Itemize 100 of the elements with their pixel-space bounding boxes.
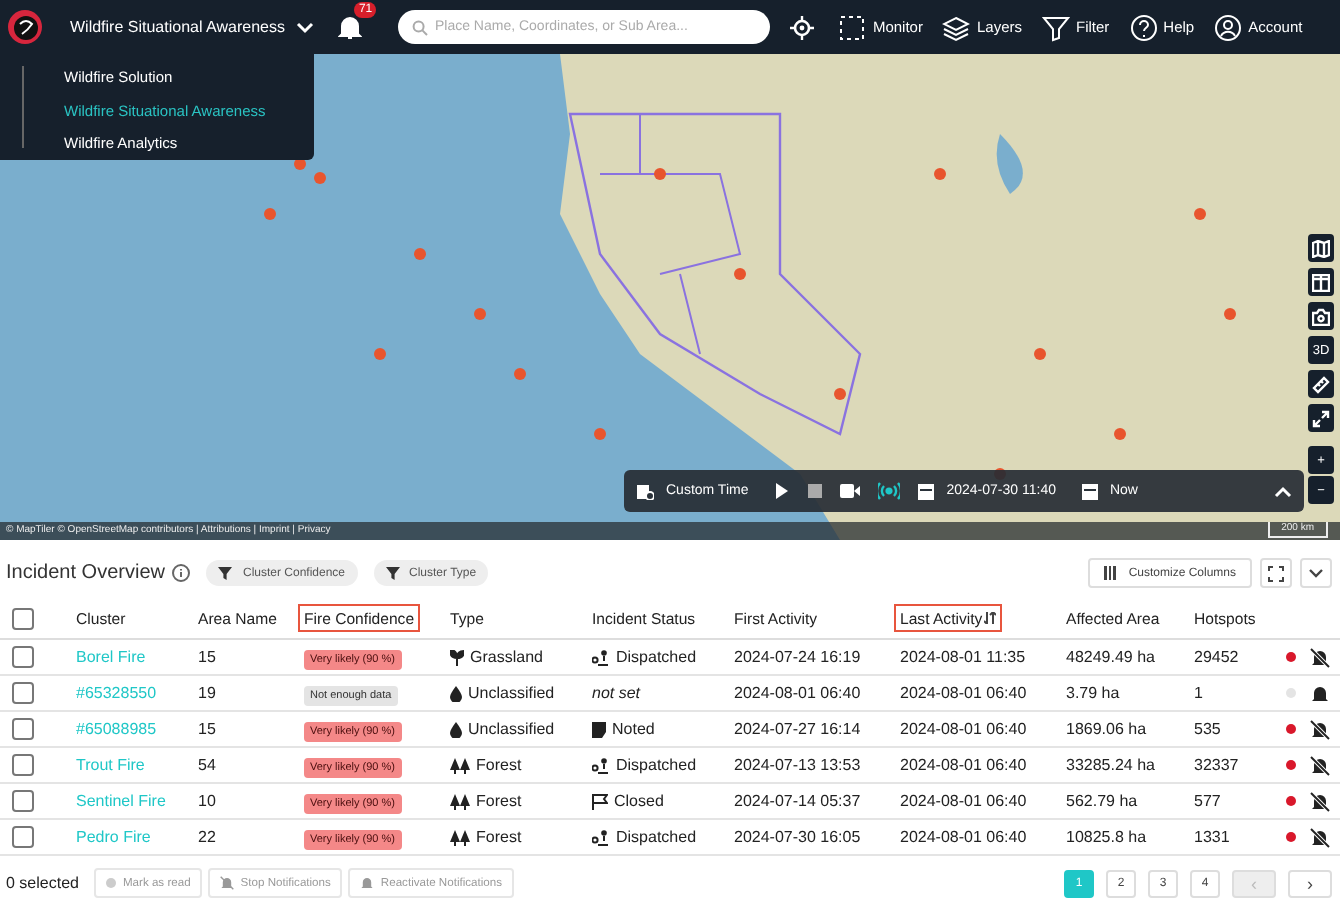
table-cell-text: 1869.06 ha	[1066, 720, 1149, 738]
bell-off-icon	[220, 876, 235, 890]
table-cell-text: 2024-08-01 06:40	[900, 828, 1029, 846]
row-checkbox[interactable]	[12, 682, 34, 704]
table-cell-text: 2024-08-01 06:40	[900, 684, 1029, 702]
layers-icon	[942, 13, 971, 41]
drop-icon	[450, 721, 462, 737]
funnel-icon	[218, 566, 233, 580]
table-cell-text: 2024-08-01 06:40	[900, 756, 1029, 774]
caret-up-icon[interactable]	[1274, 485, 1292, 497]
table-cell-text: 22	[198, 828, 218, 846]
filter-icon	[1042, 13, 1070, 41]
table-cell-text: 2024-08-01 11:35	[900, 648, 1028, 666]
table-cell-text: 48249.49 ha	[1066, 648, 1157, 666]
table-cell-text: 10	[198, 792, 218, 810]
table-cell-text: 10825.8 ha	[1066, 828, 1149, 846]
panel-title: Incident Overview	[6, 562, 165, 584]
person-route-icon	[592, 829, 610, 845]
ruler-tool-button[interactable]	[1308, 370, 1334, 398]
stop-icon[interactable]	[808, 484, 823, 498]
bell-off-icon[interactable]	[1310, 791, 1330, 811]
type-label: Forest	[476, 828, 522, 846]
bell-icon	[360, 876, 375, 890]
bell-off-icon[interactable]	[1310, 755, 1330, 775]
info-icon[interactable]	[172, 564, 191, 582]
calendar-clock-icon	[636, 482, 654, 500]
status-label: not set	[592, 684, 641, 702]
table-cell-text: 2024-07-13 13:53	[734, 756, 863, 774]
table-cell-text: 19	[198, 684, 218, 702]
row-checkbox[interactable]	[12, 790, 34, 812]
row-checkbox[interactable]	[12, 754, 34, 776]
table-cell-text: 54	[198, 756, 218, 774]
type-label: Forest	[476, 756, 522, 774]
trees-icon	[450, 829, 470, 845]
columns-icon	[1104, 566, 1121, 580]
table-cell-text: 2024-07-27 16:14	[734, 720, 863, 738]
bell-off-icon[interactable]	[1310, 827, 1330, 847]
monitor-icon	[838, 13, 867, 41]
table-cell-text: 2024-07-24 16:19	[734, 648, 863, 666]
chevron-down-icon	[296, 21, 315, 33]
table-cell-text: 2024-08-01 06:40	[900, 720, 1029, 738]
search-icon	[412, 19, 429, 35]
table-cell-text: 15	[198, 648, 218, 666]
table-cell-text: 577	[1194, 792, 1223, 810]
table-cell-text: 29452	[1194, 648, 1241, 666]
status-label: Dispatched	[616, 648, 697, 666]
trees-icon	[450, 757, 470, 773]
dropdown-button[interactable]	[1300, 558, 1332, 588]
table-cell-text: 562.79 ha	[1066, 792, 1140, 810]
bell-off-icon[interactable]	[1310, 647, 1330, 667]
person-route-icon	[592, 757, 610, 773]
bell-icon[interactable]	[338, 14, 363, 40]
status-label: Noted	[612, 720, 655, 738]
account-icon	[1214, 13, 1243, 41]
expand-tool-button[interactable]	[1308, 404, 1334, 432]
status-label: Dispatched	[616, 828, 697, 846]
logo-icon[interactable]	[8, 10, 42, 44]
table-cell-text: 535	[1194, 720, 1223, 738]
table-cell-text: 2024-08-01 06:40	[900, 792, 1029, 810]
calendar-icon	[918, 482, 935, 500]
row-checkbox[interactable]	[12, 718, 34, 740]
row-checkbox[interactable]	[12, 646, 34, 668]
select-all-checkbox[interactable]	[12, 607, 34, 629]
type-label: Unclassified	[468, 684, 555, 702]
circle-icon	[106, 878, 117, 888]
bell-icon[interactable]	[1310, 683, 1330, 703]
split-tool-button[interactable]	[1308, 268, 1334, 296]
drop-icon	[450, 685, 462, 701]
funnel-icon	[385, 566, 400, 580]
type-label: Grassland	[470, 648, 543, 666]
table-cell-text: 32337	[1194, 756, 1241, 774]
type-label: Forest	[476, 792, 522, 810]
camera-tool-button[interactable]	[1308, 302, 1334, 330]
fullscreen-icon	[1268, 565, 1284, 581]
status-label: Closed	[614, 792, 664, 810]
table-cell-text: 33285.24 ha	[1066, 756, 1157, 774]
table-cell-text: 2024-07-30 16:05	[734, 828, 863, 846]
flag-icon	[592, 793, 608, 809]
fullscreen-button[interactable]	[1260, 558, 1292, 588]
next-page-button[interactable]: ›	[1288, 869, 1332, 897]
table-cell-text: 3.79 ha	[1066, 684, 1122, 702]
row-checkbox[interactable]	[12, 826, 34, 848]
trees-icon	[450, 793, 470, 809]
calendar-icon	[1081, 482, 1098, 500]
map-tool-button[interactable]	[1308, 234, 1334, 262]
table-cell-text: 2024-08-01 06:40	[734, 684, 863, 702]
table-cell-text: 1	[1194, 684, 1205, 702]
play-icon[interactable]	[774, 482, 791, 500]
video-camera-icon[interactable]	[840, 484, 861, 498]
table-cell-text: 2024-07-14 05:37	[734, 792, 863, 810]
bell-off-icon[interactable]	[1310, 719, 1330, 739]
table-cell-text: 15	[198, 720, 218, 738]
type-label: Unclassified	[468, 720, 555, 738]
table-cell-text: 1331	[1194, 828, 1232, 846]
locate-icon[interactable]	[790, 15, 815, 39]
broadcast-icon[interactable]	[878, 482, 901, 500]
app-switcher[interactable]: Wildfire Situational Awareness	[54, 18, 319, 36]
help-icon	[1129, 13, 1158, 41]
status-label: Dispatched	[616, 756, 697, 774]
person-route-icon	[592, 649, 610, 665]
